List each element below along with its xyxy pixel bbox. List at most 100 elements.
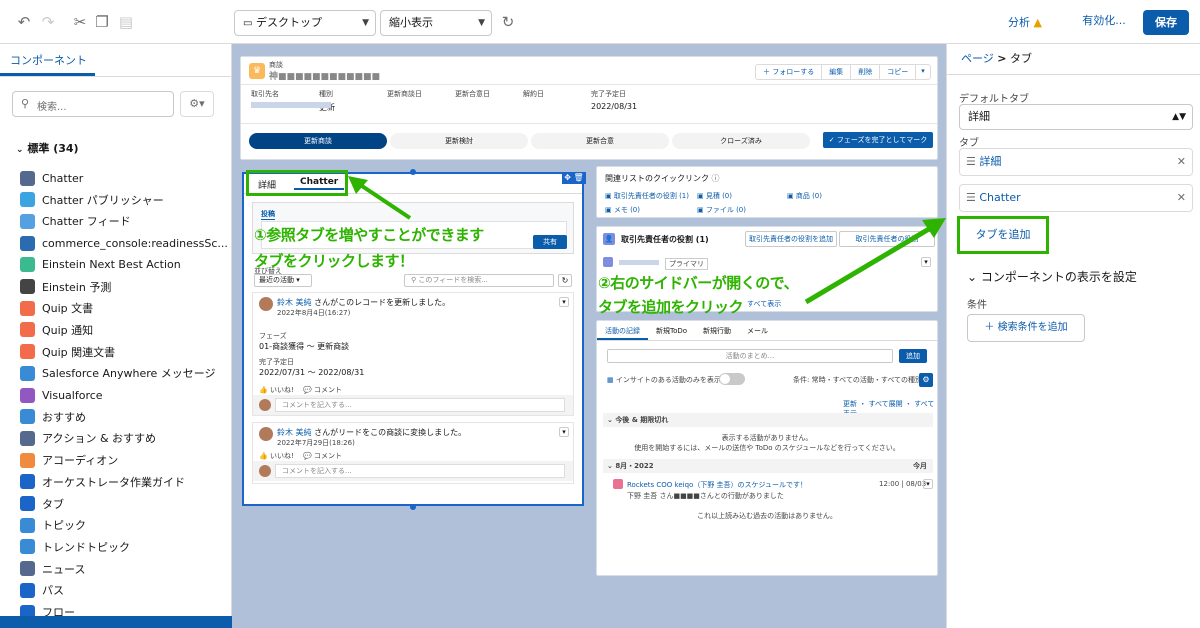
like-button[interactable]: 👍 いいね! bbox=[259, 451, 294, 461]
activity-tab[interactable]: 新規行動 bbox=[695, 321, 739, 340]
refresh-icon[interactable]: ↻ bbox=[498, 12, 518, 32]
path-stage[interactable]: 更新商談 bbox=[249, 133, 387, 149]
component-item[interactable]: おすすめ bbox=[20, 407, 86, 427]
mark-complete-button[interactable]: ✓ フェーズを完了としてマーク bbox=[823, 132, 933, 148]
chevron-down-icon[interactable]: ▾ bbox=[923, 479, 933, 489]
insight-toggle[interactable] bbox=[719, 373, 745, 385]
component-item[interactable]: Quip 文書 bbox=[20, 298, 93, 318]
component-item[interactable]: タブ bbox=[20, 494, 64, 514]
zoom-select[interactable]: 縮小表示 ▼ bbox=[380, 10, 492, 36]
component-item[interactable]: Quip 関連文書 bbox=[20, 342, 115, 362]
tab-item-label[interactable]: 詳細 bbox=[979, 155, 1001, 168]
component-item[interactable]: Einstein 予測 bbox=[20, 277, 111, 297]
drag-handle-icon[interactable]: ☰ bbox=[966, 191, 976, 204]
quick-link-quotes[interactable]: ▣ 見積 (0) bbox=[697, 191, 732, 201]
header-action-button[interactable]: コピー bbox=[880, 65, 917, 79]
close-icon[interactable]: ✕ bbox=[1177, 185, 1186, 211]
activity-tab[interactable]: 活動の記録 bbox=[597, 321, 648, 340]
default-tab-select[interactable]: 詳細 ▲▼ bbox=[959, 104, 1193, 130]
quick-link-products[interactable]: ▣ 商品 (0) bbox=[787, 191, 822, 201]
comment-button[interactable]: 💬 コメント bbox=[303, 385, 342, 395]
close-icon[interactable]: ✕ bbox=[1177, 149, 1186, 175]
activity-summary-input[interactable]: 活動のまとめ... bbox=[607, 349, 893, 363]
header-action-button[interactable]: 削除 bbox=[851, 65, 881, 79]
component-item[interactable]: Salesforce Anywhere メッセージ bbox=[20, 363, 216, 383]
feed-date[interactable]: 2022年7月29日(18:26) bbox=[277, 438, 355, 448]
component-item[interactable]: アコーディオン bbox=[20, 450, 118, 470]
related-quick-links[interactable]: 関連リストのクイックリンク ⓘ ▣ 取引先責任者の役割 (1) ▣ 見積 (0)… bbox=[596, 166, 938, 218]
component-item[interactable]: アクション & おすすめ bbox=[20, 428, 156, 448]
comment-input[interactable]: コメントを記入する... bbox=[275, 398, 565, 412]
sort-select[interactable]: 最近の活動 ▾ bbox=[254, 274, 312, 287]
activity-tab[interactable]: 新規ToDo bbox=[648, 321, 695, 340]
drag-handle-icon[interactable]: ☰ bbox=[966, 155, 976, 168]
path-stage[interactable]: 更新検討 bbox=[390, 133, 528, 149]
show-all-link[interactable]: すべて表示 bbox=[747, 299, 781, 309]
component-item[interactable]: オーケストレータ作業ガイド bbox=[20, 472, 185, 492]
post-tab[interactable]: 投稿 bbox=[261, 209, 275, 220]
component-item[interactable]: トレンドトピック bbox=[20, 537, 130, 557]
component-item[interactable]: commerce_console:readinessSc... bbox=[20, 233, 228, 253]
activity-tab[interactable]: メール bbox=[739, 321, 776, 340]
path-stage[interactable]: 更新合意 bbox=[531, 133, 669, 149]
components-tab[interactable]: コンポーネント bbox=[10, 52, 87, 68]
event-title-link[interactable]: Rockets COO keiqo（下野 圭吾）のスケジュールです！ bbox=[627, 480, 807, 490]
account-link-redacted[interactable] bbox=[251, 102, 331, 108]
visibility-section-header[interactable]: ⌄ コンポーネントの表示を設定 bbox=[967, 268, 1137, 285]
chevron-down-icon[interactable]: ▾ bbox=[559, 297, 569, 307]
tab-item-label[interactable]: Chatter bbox=[979, 191, 1020, 204]
quick-link-files[interactable]: ▣ ファイル (0) bbox=[697, 205, 746, 215]
contact-roles-title[interactable]: 取引先責任者の役割 (1) bbox=[621, 234, 709, 245]
cut-icon[interactable]: ✂ bbox=[70, 12, 90, 32]
refresh-icon[interactable]: ↻ bbox=[558, 274, 572, 287]
contact-name-redacted[interactable] bbox=[619, 260, 659, 265]
component-item[interactable]: パス bbox=[20, 580, 64, 600]
activate-button[interactable]: 有効化... bbox=[1072, 9, 1136, 35]
activity-timeline[interactable]: 活動の記録 新規ToDo 新規行動 メール 活動のまとめ... 追加 ▦ インサイトの… bbox=[596, 320, 938, 576]
device-select[interactable]: ▭ デスクトップ ▼ bbox=[234, 10, 376, 36]
feed-date[interactable]: 2022年8月4日(16:27) bbox=[277, 308, 350, 318]
add-filter-button[interactable]: ＋ 検索条件を追加 bbox=[967, 314, 1085, 342]
chevron-down-icon[interactable]: ▾ bbox=[916, 65, 930, 79]
quick-link-notes[interactable]: ▣ メモ (0) bbox=[605, 205, 640, 215]
settings-gear-icon[interactable]: ⚙ bbox=[919, 373, 933, 387]
copy-icon[interactable]: ❐ bbox=[92, 12, 112, 32]
tab-item-chatter[interactable]: ☰ Chatter ✕ bbox=[959, 184, 1193, 212]
analysis-button[interactable]: 分析 ▲ bbox=[1008, 10, 1064, 36]
component-item[interactable]: ニュース bbox=[20, 559, 85, 579]
move-delete-icon[interactable]: ✥ 🗑 bbox=[562, 172, 586, 184]
paste-icon[interactable]: ▤ bbox=[116, 12, 136, 32]
feed-search-input[interactable]: ⚲ このフィードを検索... bbox=[404, 274, 554, 287]
month-section[interactable]: ⌄ 8月・2022 今月 bbox=[603, 459, 933, 473]
path-stage[interactable]: クローズ済み bbox=[672, 133, 810, 149]
breadcrumb-page[interactable]: ページ bbox=[961, 52, 994, 65]
like-button[interactable]: 👍 いいね! bbox=[259, 385, 294, 395]
component-item[interactable]: Einstein Next Best Action bbox=[20, 255, 181, 275]
tab-item-detail[interactable]: ☰ 詳細 ✕ bbox=[959, 148, 1193, 176]
upcoming-section[interactable]: ⌄ 今後 & 期限切れ bbox=[603, 413, 933, 427]
activity-add-button[interactable]: 追加 bbox=[899, 349, 927, 363]
header-action-button[interactable]: ＋ フォローする bbox=[756, 65, 823, 79]
record-header[interactable]: ♛ 商談 神■■■■■■■■■■■■ ＋ フォローする 編集 削除 コピー ▾ 取引先名… bbox=[240, 56, 938, 160]
redo-icon[interactable]: ↷ bbox=[38, 12, 58, 32]
header-action-button[interactable]: 編集 bbox=[822, 65, 852, 79]
feed-user-link[interactable]: 鈴木 美純 bbox=[277, 428, 312, 437]
component-search-input[interactable]: ⚲ 検索... bbox=[12, 91, 174, 117]
component-item[interactable]: トピック bbox=[20, 515, 86, 535]
comment-button[interactable]: 💬 コメント bbox=[303, 451, 342, 461]
comment-input[interactable]: コメントを記入する... bbox=[275, 464, 565, 478]
undo-icon[interactable]: ↶ bbox=[14, 12, 34, 32]
quick-link-roles[interactable]: ▣ 取引先責任者の役割 (1) bbox=[605, 191, 689, 201]
share-button[interactable]: 共有 bbox=[533, 235, 567, 249]
gear-icon[interactable]: ⚙▾ bbox=[180, 91, 214, 117]
feed-user-link[interactable]: 鈴木 美純 bbox=[277, 298, 312, 307]
chevron-down-icon[interactable]: ▾ bbox=[559, 427, 569, 437]
add-tab-button[interactable]: タブを追加 bbox=[957, 216, 1049, 254]
component-item[interactable]: Visualforce bbox=[20, 385, 103, 405]
save-button[interactable]: 保存 bbox=[1143, 10, 1189, 35]
standard-section-header[interactable]: ⌄ 標準 (34) bbox=[16, 140, 79, 156]
component-item[interactable]: Chatter bbox=[20, 168, 83, 188]
component-item[interactable]: Quip 通知 bbox=[20, 320, 93, 340]
component-item[interactable]: Chatter フィード bbox=[20, 211, 131, 231]
component-item[interactable]: Chatter パブリッシャー bbox=[20, 190, 164, 210]
